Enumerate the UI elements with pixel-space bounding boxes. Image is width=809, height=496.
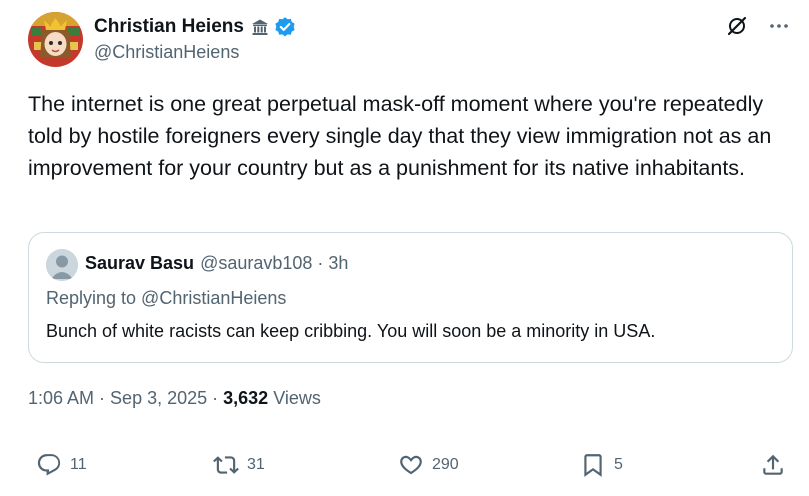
author-handle[interactable]: @ChristianHeiens bbox=[94, 42, 296, 63]
like-button[interactable]: 290 bbox=[398, 452, 459, 478]
quoted-header: Saurav Basu @sauravb108 · 3h bbox=[85, 253, 348, 274]
quoted-timestamp[interactable]: 3h bbox=[328, 253, 348, 274]
separator-dot: · bbox=[99, 388, 106, 408]
views-label: Views bbox=[273, 388, 321, 408]
reply-button[interactable]: 11 bbox=[36, 452, 87, 478]
share-icon bbox=[760, 452, 786, 478]
quoted-tweet-card[interactable]: Saurav Basu @sauravb108 · 3h Replying to… bbox=[28, 232, 793, 363]
retweet-icon bbox=[213, 452, 239, 478]
separator-dot: · bbox=[212, 388, 219, 408]
tweet-date[interactable]: Sep 3, 2025 bbox=[110, 388, 207, 409]
tweet-action-bar: 11 31 290 5 bbox=[0, 452, 809, 484]
like-count: 290 bbox=[432, 456, 459, 473]
bookmark-icon bbox=[580, 452, 606, 478]
share-button[interactable] bbox=[760, 452, 786, 478]
tweet-header: Christian Heiens @ChristianHeiens bbox=[28, 12, 791, 70]
tweet-text: The internet is one great perpetual mask… bbox=[28, 92, 772, 180]
bookmark-button[interactable]: 5 bbox=[580, 452, 623, 478]
more-icon[interactable] bbox=[767, 14, 791, 38]
repost-count: 31 bbox=[247, 456, 265, 473]
reply-count: 11 bbox=[70, 456, 87, 473]
author-name-row: Christian Heiens bbox=[94, 15, 296, 39]
tweet-top-actions bbox=[725, 14, 791, 38]
author-info: Christian Heiens @ChristianHeiens bbox=[94, 15, 296, 63]
heart-icon bbox=[398, 452, 424, 478]
verified-badge-icon[interactable] bbox=[274, 16, 296, 38]
author-avatar[interactable] bbox=[28, 12, 83, 67]
grok-icon[interactable] bbox=[725, 14, 749, 38]
quoted-display-name[interactable]: Saurav Basu bbox=[85, 253, 194, 274]
tweet-time[interactable]: 1:06 AM bbox=[28, 388, 94, 409]
author-display-name[interactable]: Christian Heiens bbox=[94, 16, 244, 38]
reply-icon bbox=[36, 452, 62, 478]
quoted-handle[interactable]: @sauravb108 bbox=[200, 253, 312, 274]
quoted-author-avatar[interactable] bbox=[46, 249, 78, 281]
views-count: 3,632 bbox=[223, 388, 269, 408]
bookmark-count: 5 bbox=[614, 456, 623, 473]
repost-button[interactable]: 31 bbox=[213, 452, 265, 478]
institution-icon bbox=[250, 17, 270, 37]
separator-dot: · bbox=[317, 253, 324, 273]
quoted-replying-to: Replying to @ChristianHeiens bbox=[46, 288, 287, 308]
tweet-meta: 1:06 AM · Sep 3, 2025 · 3,632 Views bbox=[28, 388, 321, 409]
quoted-text: Bunch of white racists can keep cribbing… bbox=[46, 321, 656, 341]
